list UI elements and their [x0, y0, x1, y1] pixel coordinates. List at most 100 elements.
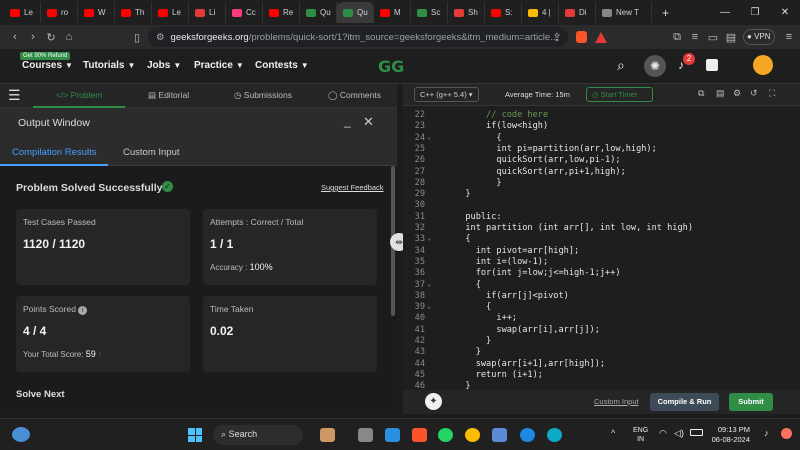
minimize-icon[interactable]: —	[710, 7, 740, 18]
browser-tab[interactable]: Le	[4, 2, 41, 23]
browser-tab[interactable]: Re	[263, 2, 300, 23]
code-line[interactable]: 23 if(low<high)	[403, 121, 800, 132]
language-indicator[interactable]: ENG IN	[633, 426, 648, 444]
reload-icon[interactable]: ↻	[42, 31, 60, 44]
brave-shield-icon[interactable]	[576, 31, 587, 43]
code-line[interactable]: 24 ⌄ {	[403, 133, 800, 144]
code-line[interactable]: 44 swap(arr[i+1],arr[high]);	[403, 359, 800, 370]
fullscreen-icon[interactable]: ⛶	[769, 88, 775, 99]
code-line[interactable]: 34 int pivot=arr[high];	[403, 246, 800, 257]
vscode-icon[interactable]	[385, 428, 400, 442]
minimize-panel-icon[interactable]: _	[344, 114, 351, 128]
translate-icon[interactable]	[706, 59, 718, 71]
tab-problem[interactable]: </> Problem	[56, 90, 102, 100]
nav-jobs[interactable]: Jobs ▼	[147, 60, 181, 71]
suggest-feedback-link[interactable]: Suggest Feedback	[321, 183, 384, 192]
code-line[interactable]: 46 }	[403, 381, 800, 390]
code-line[interactable]: 37 ⌄ {	[403, 280, 800, 291]
notification-bell-icon[interactable]: ♪	[764, 428, 769, 438]
task-view-icon[interactable]	[358, 428, 373, 442]
weather-icon[interactable]	[12, 427, 30, 442]
fold-icon[interactable]: ⌄	[427, 133, 431, 141]
clock[interactable]: 09:13 PM 06-08-2024	[706, 425, 750, 445]
browser-tab[interactable]: 4 |	[522, 2, 559, 23]
custom-input-link[interactable]: Custom Input	[594, 397, 639, 406]
browser-tab[interactable]: Le	[152, 2, 189, 23]
browser-tab[interactable]: Sc	[411, 2, 448, 23]
search-icon[interactable]: ⌕	[617, 57, 625, 74]
code-line[interactable]: 40 i++;	[403, 313, 800, 324]
widgets-icon[interactable]	[320, 428, 335, 442]
browser-tab[interactable]: ro	[41, 2, 78, 23]
wifi-icon[interactable]: ◠	[659, 428, 667, 439]
tab-editorial[interactable]: ▤ Editorial	[148, 90, 189, 101]
info-icon[interactable]: i	[78, 306, 88, 315]
submit-button[interactable]: Submit	[729, 393, 773, 411]
copy-icon[interactable]: ⧉	[698, 88, 704, 99]
browser-tab[interactable]: M	[374, 2, 411, 23]
fold-icon[interactable]: ⌄	[427, 234, 431, 242]
fold-icon[interactable]: ⌄	[427, 302, 431, 310]
store-icon[interactable]	[492, 428, 507, 442]
close-window-icon[interactable]: ✕	[770, 7, 800, 18]
address-bar[interactable]: ⚙ geeksforgeeks.org/problems/quick-sort/…	[148, 27, 568, 47]
chrome-icon[interactable]	[465, 428, 480, 442]
close-icon[interactable]: ✕	[363, 114, 374, 130]
language-select[interactable]: C++ (g++ 5.4) ▾	[414, 87, 479, 102]
browser-tab[interactable]: Di	[559, 2, 596, 23]
hamburger-icon[interactable]: ☰	[8, 87, 21, 104]
home-icon[interactable]: ⌂	[60, 31, 78, 43]
share-icon[interactable]: ⇪	[548, 31, 566, 44]
vpn-button[interactable]: ● VPN	[743, 29, 775, 45]
browser-tab[interactable]: Qu	[300, 2, 337, 23]
code-line[interactable]: 43 }	[403, 347, 800, 358]
help-icon[interactable]	[520, 428, 535, 442]
start-icon[interactable]	[188, 428, 202, 442]
browser-tab[interactable]: Li	[189, 2, 226, 23]
brave-rewards-icon[interactable]	[595, 32, 607, 43]
brave-icon[interactable]	[412, 428, 427, 442]
code-line[interactable]: 31 public:	[403, 212, 800, 223]
tab-custom-input[interactable]: Custom Input	[123, 147, 180, 158]
code-line[interactable]: 36 for(int j=low;j<=high-1;j++)	[403, 268, 800, 279]
browser-tab[interactable]: S:	[485, 2, 522, 23]
gfg-logo[interactable]: GG	[378, 57, 404, 76]
browser-tab[interactable]: New T	[596, 2, 652, 23]
theme-toggle-icon[interactable]: ✺	[644, 55, 666, 77]
code-line[interactable]: 28 }	[403, 178, 800, 189]
code-editor[interactable]: 22 // code here 23 if(low<high) 24 ⌄ {25 in…	[403, 106, 800, 390]
tray-chevron-icon[interactable]: ^	[611, 428, 615, 438]
tab-comments[interactable]: ◯ Comments	[328, 90, 381, 101]
restore-icon[interactable]: ❐	[740, 7, 770, 18]
code-line[interactable]: 42 }	[403, 336, 800, 347]
code-line[interactable]: 27 quickSort(arr,pi+1,high);	[403, 167, 800, 178]
code-line[interactable]: 35 int i=(low-1);	[403, 257, 800, 268]
code-line[interactable]: 39 ⌄ {	[403, 302, 800, 313]
settings-icon[interactable]: ⚙	[733, 88, 741, 99]
color-picker-icon[interactable]	[781, 428, 792, 439]
code-line[interactable]: 22 // code here	[403, 110, 800, 121]
code-line[interactable]: 30	[403, 200, 800, 211]
browser-tab[interactable]: Sh	[448, 2, 485, 23]
whatsapp-icon[interactable]	[438, 428, 453, 442]
browser-tab[interactable]: Th	[115, 2, 152, 23]
reading-list-icon[interactable]: ≡	[686, 31, 704, 43]
code-line[interactable]: 32 int partition (int arr[], int low, in…	[403, 223, 800, 234]
code-line[interactable]: 33 ⌄ {	[403, 234, 800, 245]
nav-contests[interactable]: Contests ▼	[255, 60, 309, 71]
nav-practice[interactable]: Practice ▼	[194, 60, 244, 71]
fold-icon[interactable]: ⌄	[427, 280, 431, 288]
tab-submissions[interactable]: ◷ Submissions	[234, 90, 292, 101]
code-line[interactable]: 26 quickSort(arr,low,pi-1);	[403, 155, 800, 166]
wallet-icon[interactable]: ▤	[722, 31, 740, 44]
avatar[interactable]	[753, 55, 773, 75]
refund-badge[interactable]: Get 90% Refund	[20, 52, 71, 60]
volume-icon[interactable]: ◁)	[674, 428, 684, 439]
start-timer-button[interactable]: ◷ Start Timer	[586, 87, 653, 102]
edge-icon[interactable]	[547, 428, 562, 442]
code-line[interactable]: 45 return (i+1);	[403, 370, 800, 381]
back-icon[interactable]: ‹	[6, 31, 24, 43]
bookmark-icon[interactable]: ▯	[128, 31, 146, 44]
bulb-icon[interactable]: ✦	[425, 393, 442, 410]
code-line[interactable]: 25 int pi=partition(arr,low,high);	[403, 144, 800, 155]
